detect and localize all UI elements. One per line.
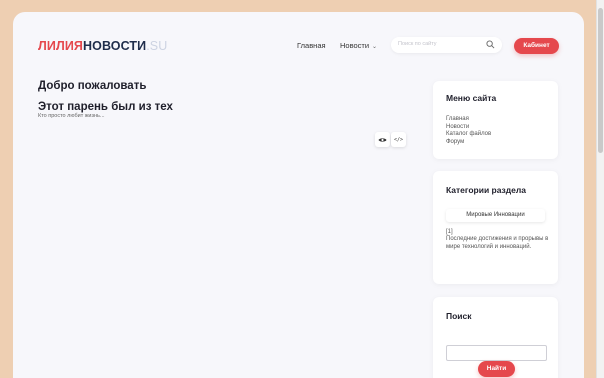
eye-icon[interactable] (375, 132, 390, 147)
categories-card: Категории раздела Мировые Инновации [1] … (433, 171, 558, 284)
logo-part-3: .SU (146, 39, 168, 53)
code-icon[interactable]: </> (391, 132, 406, 147)
search-input[interactable]: Поиск по сайту (391, 37, 502, 53)
categories-title: Категории раздела (446, 185, 527, 195)
site-menu-title: Меню сайта (446, 93, 497, 103)
scrollbar[interactable] (596, 0, 604, 378)
welcome-heading: Добро пожаловать (38, 80, 147, 92)
menu-link-home[interactable]: Главная (446, 116, 491, 124)
sidebar-search-input[interactable] (446, 345, 547, 361)
menu-link-forum[interactable]: Форум (446, 139, 491, 147)
category-link[interactable]: Мировые Инновации (446, 209, 545, 222)
logo-part-2: НОВОСТИ (83, 39, 147, 53)
search-placeholder: Поиск по сайту (398, 41, 437, 47)
menu-link-news[interactable]: Новости (446, 124, 491, 132)
site-menu-card: Меню сайта Главная Новости Каталог файло… (433, 81, 558, 159)
post-subtitle: Кто просто любит жизнь... (38, 113, 105, 119)
cabinet-button[interactable]: Кабинет (514, 38, 559, 54)
site-menu-links: Главная Новости Каталог файлов Форум (446, 116, 491, 146)
menu-link-files[interactable]: Каталог файлов (446, 131, 491, 139)
nav-home[interactable]: Главная (297, 41, 326, 50)
site-logo[interactable]: ЛИЛИЯНОВОСТИ.SU (38, 39, 167, 53)
logo-part-1: ЛИЛИЯ (38, 39, 83, 53)
nav-news[interactable]: Новости ⌄ (340, 41, 377, 50)
search-card-title: Поиск (446, 311, 472, 321)
post-title[interactable]: Этот парень был из тех (38, 101, 173, 113)
chevron-down-icon: ⌄ (372, 44, 378, 50)
nav-news-label: Новости (340, 41, 370, 50)
search-icon[interactable] (486, 40, 495, 49)
category-description: Последние достижения и прорывы в мире те… (446, 236, 549, 250)
code-glyph: </> (393, 136, 404, 143)
page-container: ЛИЛИЯНОВОСТИ.SU Главная Новости ⌄ Поиск п… (13, 12, 584, 378)
category-count: [1] (446, 229, 453, 235)
find-button[interactable]: Найти (478, 361, 515, 377)
search-card: Поиск Найти (433, 297, 558, 378)
scrollbar-thumb[interactable] (598, 8, 603, 153)
